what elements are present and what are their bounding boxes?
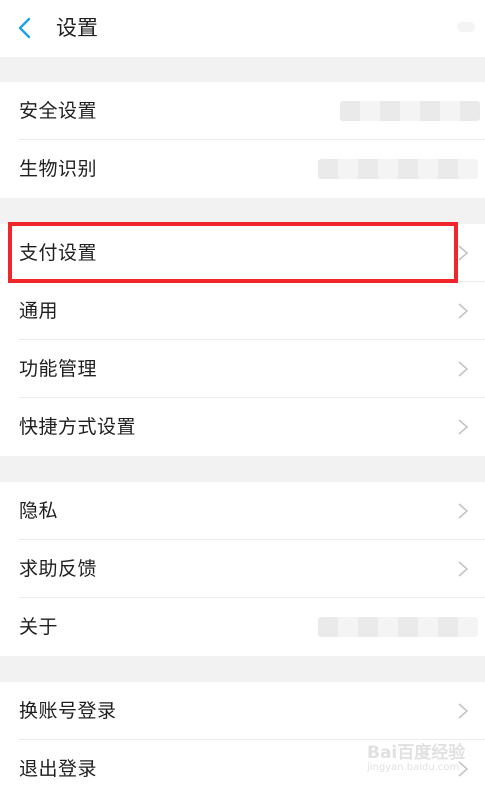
settings-row-label: 功能管理 <box>19 358 98 380</box>
settings-row-general[interactable]: 通用 <box>0 282 485 340</box>
chevron-right-icon <box>457 244 469 262</box>
settings-row-security[interactable]: 安全设置 <box>0 82 485 140</box>
settings-row-label: 通用 <box>19 300 59 322</box>
page-title: 设置 <box>56 16 98 40</box>
settings-group-account: 安全设置 生物识别 <box>0 82 485 198</box>
obscured-value <box>318 617 478 637</box>
chevron-right-icon <box>457 702 469 720</box>
settings-row-about[interactable]: 关于 <box>0 598 485 656</box>
chevron-right-icon <box>457 560 469 578</box>
chevron-right-icon <box>457 502 469 520</box>
top-bar: 设置 <box>0 0 485 57</box>
settings-group-support: 隐私 求助反馈 关于 <box>0 482 485 656</box>
settings-row-label: 隐私 <box>19 500 59 522</box>
baidu-watermark: Bai百度经验 jingyan.baidu.com <box>367 738 479 784</box>
watermark-text: Bai百度经验 <box>367 743 466 763</box>
obscured-value <box>318 159 478 179</box>
chevron-right-icon <box>457 302 469 320</box>
settings-row-privacy[interactable]: 隐私 <box>0 482 485 540</box>
back-chevron-icon[interactable] <box>16 16 36 40</box>
settings-row-feature-management[interactable]: 功能管理 <box>0 340 485 398</box>
settings-row-label: 支付设置 <box>19 242 98 264</box>
settings-row-label: 求助反馈 <box>19 558 98 580</box>
header-placeholder <box>457 22 475 32</box>
watermark-url: jingyan.baidu.com <box>367 762 460 773</box>
chevron-right-icon <box>457 418 469 436</box>
settings-row-biometrics[interactable]: 生物识别 <box>0 140 485 198</box>
settings-row-label: 换账号登录 <box>19 700 117 722</box>
chevron-right-icon <box>457 360 469 378</box>
settings-row-label: 生物识别 <box>19 158 98 180</box>
settings-row-payment[interactable]: 支付设置 <box>0 224 485 282</box>
settings-row-label: 快捷方式设置 <box>19 416 137 438</box>
settings-row-shortcuts[interactable]: 快捷方式设置 <box>0 398 485 456</box>
settings-row-label: 退出登录 <box>19 758 98 780</box>
settings-group-features: 支付设置 通用 功能管理 快捷方式设置 <box>0 224 485 456</box>
settings-row-label: 安全设置 <box>19 100 98 122</box>
settings-row-help-feedback[interactable]: 求助反馈 <box>0 540 485 598</box>
obscured-value <box>340 101 480 121</box>
settings-row-label: 关于 <box>19 616 59 638</box>
settings-row-switch-account[interactable]: 换账号登录 <box>0 682 485 740</box>
